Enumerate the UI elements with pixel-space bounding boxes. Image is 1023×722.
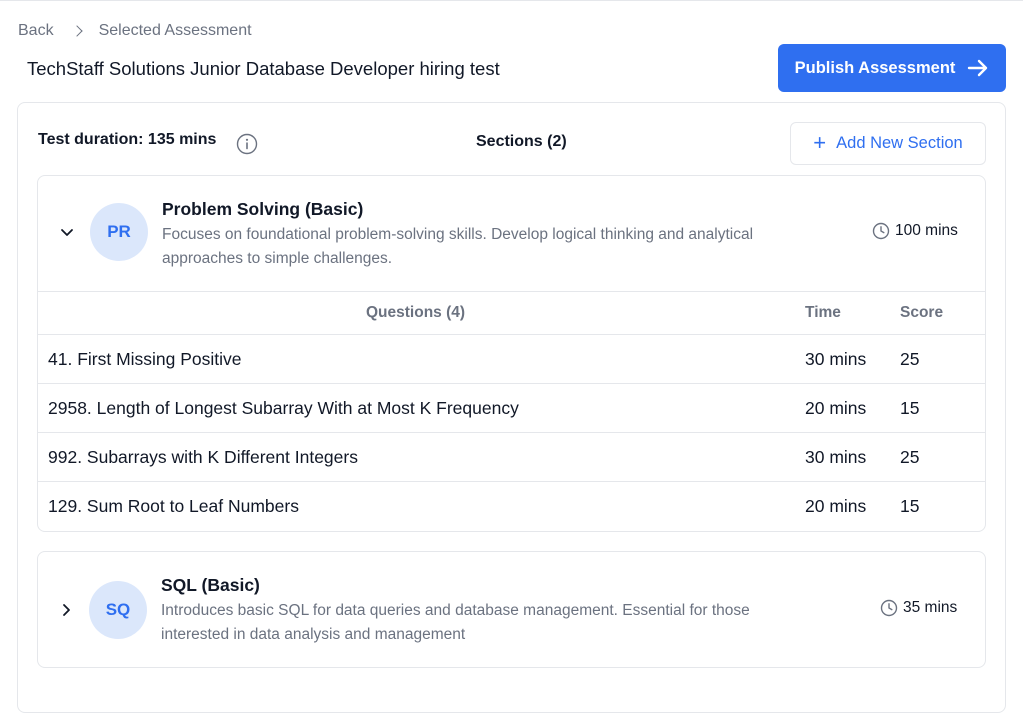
- section-name[interactable]: Problem Solving (Basic): [162, 199, 363, 220]
- publish-assessment-button[interactable]: Publish Assessment: [778, 44, 1006, 92]
- table-row[interactable]: 2958. Length of Longest Subarray With at…: [38, 384, 985, 433]
- info-icon[interactable]: [236, 133, 258, 155]
- chevron-right-icon: [70, 25, 83, 37]
- section-name[interactable]: SQL (Basic): [161, 575, 260, 596]
- clock-icon: [872, 222, 890, 240]
- section-avatar: SQ: [89, 581, 147, 639]
- section-description: Focuses on foundational problem-solving …: [162, 223, 852, 271]
- question-time: 20 mins: [805, 496, 867, 516]
- table-row[interactable]: 41. First Missing Positive 30 mins 25: [38, 335, 985, 384]
- section-time-value: 35 mins: [903, 599, 958, 616]
- question-score: 25: [900, 349, 920, 369]
- section-description-line: approaches to simple challenges.: [162, 250, 393, 267]
- section-description-line: interested in data analysis and manageme…: [161, 626, 466, 643]
- section-time-value: 100 mins: [895, 222, 958, 239]
- section-avatar: PR: [90, 203, 148, 261]
- question-score: 25: [900, 447, 920, 467]
- question-title: 992. Subarrays with K Different Integers: [48, 447, 358, 467]
- question-title: 129. Sum Root to Leaf Numbers: [48, 496, 299, 516]
- question-score: 15: [900, 398, 920, 418]
- section-card-problem-solving: PR Problem Solving (Basic) Focuses on fo…: [37, 175, 986, 532]
- header-time: Time: [805, 304, 841, 321]
- test-duration: Test duration: 135 mins: [38, 131, 217, 148]
- chevron-down-icon[interactable]: [60, 228, 74, 238]
- questions-table-header: Questions (4) Time Score: [38, 291, 985, 335]
- clock-icon: [880, 599, 898, 617]
- publish-button-label: Publish Assessment: [794, 58, 956, 77]
- sections-count: Sections (2): [476, 133, 567, 150]
- table-row[interactable]: 992. Subarrays with K Different Integers…: [38, 433, 985, 482]
- question-score: 15: [900, 496, 920, 516]
- section-time: 35 mins: [880, 599, 957, 617]
- plus-icon: +: [813, 129, 827, 155]
- add-section-label: Add New Section: [836, 134, 963, 152]
- question-title: 2958. Length of Longest Subarray With at…: [48, 398, 519, 418]
- question-time: 20 mins: [805, 398, 867, 418]
- add-new-section-button[interactable]: + Add New Section: [790, 122, 986, 165]
- section-card-sql: SQ SQL (Basic) Introduces basic SQL for …: [37, 551, 986, 668]
- page-title: TechStaff Solutions Junior Database Deve…: [27, 58, 500, 79]
- question-title: 41. First Missing Positive: [48, 349, 242, 369]
- arrow-right-icon: [968, 59, 988, 77]
- section-description: Introduces basic SQL for data queries an…: [161, 599, 851, 647]
- breadcrumb: Back Selected Assessment: [18, 22, 252, 40]
- chevron-right-icon[interactable]: [62, 603, 72, 617]
- section-description-line: Introduces basic SQL for data queries an…: [161, 602, 750, 619]
- section-time: 100 mins: [872, 222, 958, 240]
- header-score: Score: [900, 304, 944, 321]
- breadcrumb-current: Selected Assessment: [98, 22, 252, 39]
- breadcrumb-back-link[interactable]: Back: [18, 22, 54, 40]
- question-time: 30 mins: [805, 349, 867, 369]
- table-row[interactable]: 129. Sum Root to Leaf Numbers 20 mins 15: [38, 482, 985, 531]
- question-time: 30 mins: [805, 447, 867, 467]
- header-questions: Questions (4): [366, 304, 466, 321]
- section-description-line: Focuses on foundational problem-solving …: [162, 226, 754, 243]
- questions-table: Questions (4) Time Score 41. First Missi…: [38, 291, 985, 531]
- top-divider: [0, 0, 1023, 1]
